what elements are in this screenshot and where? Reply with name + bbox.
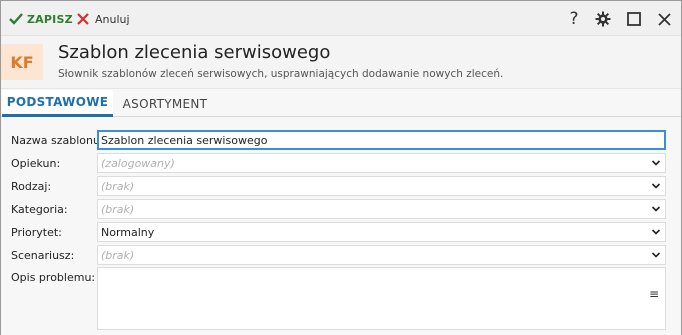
description-textarea[interactable]: ≡ bbox=[97, 267, 666, 330]
priority-select[interactable]: Normalny bbox=[97, 222, 666, 242]
chevron-down-icon bbox=[651, 160, 661, 166]
chevron-down-icon bbox=[651, 252, 661, 258]
close-window-button[interactable] bbox=[654, 9, 674, 29]
guardian-label: Opiekun: bbox=[11, 157, 61, 170]
tab-bar: PODSTAWOWE ASORTYMENT bbox=[1, 90, 681, 117]
help-button[interactable]: ? bbox=[564, 9, 584, 29]
chevron-down-icon bbox=[651, 229, 661, 235]
save-button[interactable]: ZAPISZ bbox=[9, 9, 73, 29]
maximize-icon bbox=[627, 12, 641, 26]
template-name-label: Nazwa szablonu: bbox=[11, 134, 104, 147]
maximize-button[interactable] bbox=[624, 9, 644, 29]
form-panel: Nazwa szablonu: Szablon zlecenia serwiso… bbox=[1, 118, 681, 335]
kind-select[interactable]: (brak) bbox=[97, 176, 666, 196]
chevron-down-icon bbox=[651, 183, 661, 189]
guardian-placeholder: (zalogowany) bbox=[101, 156, 175, 170]
help-icon: ? bbox=[569, 9, 579, 29]
scenario-select[interactable]: (brak) bbox=[97, 245, 666, 265]
module-badge: KF bbox=[1, 44, 43, 80]
cancel-button[interactable]: Anuluj bbox=[77, 9, 130, 29]
checkmark-icon bbox=[9, 13, 23, 25]
template-name-value: Szablon zlecenia serwisowego bbox=[101, 133, 268, 147]
close-x-icon bbox=[77, 13, 89, 25]
description-label: Opis problemu: bbox=[11, 271, 96, 284]
menu-icon[interactable]: ≡ bbox=[649, 287, 659, 301]
save-button-label: ZAPISZ bbox=[27, 12, 73, 26]
dialog-window: ZAPISZ Anuluj ? KF Szablon zlecenia serw… bbox=[0, 0, 682, 335]
close-icon bbox=[657, 12, 671, 26]
page-subtitle: Słownik szablonów zleceń serwisowych, us… bbox=[58, 68, 504, 80]
template-name-input[interactable]: Szablon zlecenia serwisowego bbox=[97, 130, 666, 150]
cancel-button-label: Anuluj bbox=[95, 12, 130, 26]
tab-basic[interactable]: PODSTAWOWE bbox=[2, 90, 113, 117]
category-label: Kategoria: bbox=[11, 203, 68, 216]
category-select[interactable]: (brak) bbox=[97, 199, 666, 219]
page-title: Szablon zlecenia serwisowego bbox=[58, 42, 331, 63]
priority-label: Priorytet: bbox=[11, 226, 62, 239]
scenario-label: Scenariusz: bbox=[11, 249, 75, 262]
scenario-placeholder: (brak) bbox=[101, 248, 135, 262]
gear-icon bbox=[595, 11, 611, 27]
priority-value: Normalny bbox=[101, 225, 155, 239]
guardian-select[interactable]: (zalogowany) bbox=[97, 153, 666, 173]
category-placeholder: (brak) bbox=[101, 202, 135, 216]
tab-assortment[interactable]: ASORTYMENT bbox=[113, 90, 217, 117]
settings-button[interactable] bbox=[593, 9, 613, 29]
chevron-down-icon bbox=[651, 206, 661, 212]
toolbar: ZAPISZ Anuluj ? bbox=[1, 1, 681, 36]
page-header: KF Szablon zlecenia serwisowego Słownik … bbox=[1, 36, 681, 89]
kind-placeholder: (brak) bbox=[101, 179, 135, 193]
kind-label: Rodzaj: bbox=[11, 180, 52, 193]
